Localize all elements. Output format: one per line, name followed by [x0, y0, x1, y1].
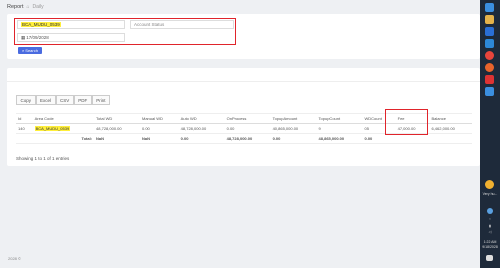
folder-icon[interactable] — [485, 15, 494, 24]
col-onprocess[interactable]: OnProcess — [224, 113, 271, 124]
search-icon: ⌕ — [22, 48, 25, 53]
notification-icon[interactable] — [486, 255, 493, 261]
home-icon[interactable]: ⌂ — [27, 4, 30, 10]
breadcrumb[interactable]: Daily — [33, 4, 44, 10]
csv-button[interactable]: CSV — [55, 95, 74, 105]
total-cell: NaN — [94, 133, 140, 144]
col-area-code[interactable]: Area Code — [32, 113, 95, 124]
total-cell: Total: — [32, 133, 95, 144]
top-bar: Report ⌂ Daily — [0, 0, 480, 13]
total-cell: NaN — [140, 133, 179, 144]
people-icon[interactable] — [487, 208, 493, 214]
total-cell: 0.00 — [178, 133, 225, 144]
search-button[interactable]: ⌕ Search — [18, 47, 42, 54]
cell-manual-wd: 0.00 — [140, 123, 179, 134]
total-cell: 48,728,000.00 — [224, 133, 271, 144]
footer: 2028 © — [8, 256, 21, 261]
col-balance[interactable]: Balance — [429, 113, 472, 124]
page-title: Report — [7, 3, 24, 10]
network-icon[interactable]: ▮ — [481, 224, 499, 228]
cell-auto-wd: 48,728,000.00 — [178, 123, 225, 134]
total-cell — [16, 133, 33, 144]
edge-icon[interactable] — [485, 3, 494, 12]
col-topup-count[interactable]: TopupCount — [316, 113, 363, 124]
col-topup-amount[interactable]: TopupAmount — [270, 113, 317, 124]
cell-onprocess: 0.00 — [224, 123, 271, 134]
total-cell: 0.00 — [362, 133, 396, 144]
taskbar: Very hu... ⌃ ▮ ◁ 1:22 AM 9/18/2028 — [480, 0, 500, 268]
col-id[interactable]: Id — [16, 113, 33, 124]
total-cell: 0.00 — [270, 133, 317, 144]
table-info: Showing 1 to 1 of 1 entries — [16, 156, 70, 161]
cell-topup-amount: 40,865,000.00 — [270, 123, 317, 134]
account-status-select[interactable]: Account Status — [130, 20, 234, 29]
cell-balance: 6,462,000.00 — [429, 123, 472, 134]
cell-total-wd: 48,728,000.00 — [94, 123, 140, 134]
total-cell — [395, 133, 430, 144]
store-icon[interactable] — [485, 27, 494, 36]
col-manual-wd[interactable]: Manual WD — [140, 113, 179, 124]
print-button[interactable]: Print — [91, 95, 111, 105]
col-total-wd[interactable]: Total WD — [94, 113, 140, 124]
area-code-highlight: BCA_MUDU_0539 — [34, 126, 71, 131]
weather-text: Very hu... — [482, 192, 498, 196]
cell-area-code: BCA_MUDU_0539 — [32, 123, 95, 134]
clock-date[interactable]: 9/18/2028 — [481, 245, 499, 249]
table-total-row: Total: NaN NaN 0.00 48,728,000.00 0.00 4… — [16, 133, 472, 144]
export-buttons: Copy Excel CSV PDF Print — [16, 95, 111, 105]
tray-chevron-icon[interactable]: ⌃ — [481, 218, 499, 222]
app-icon-active[interactable] — [485, 87, 494, 96]
cell-id: 140 — [16, 123, 33, 134]
total-cell: 48,865,000.00 — [316, 133, 363, 144]
col-auto-wd[interactable]: Auto WD — [178, 113, 225, 124]
copy-button[interactable]: Copy — [16, 95, 36, 105]
table-card-header — [7, 68, 480, 82]
volume-icon[interactable]: ◁ — [481, 230, 499, 234]
total-cell — [429, 133, 472, 144]
mail-icon[interactable] — [485, 39, 494, 48]
date-field[interactable]: ▦ 17/09/2028 — [17, 33, 125, 42]
area-code-field[interactable]: BCA_MUDU_0539 — [17, 20, 125, 29]
firefox-icon[interactable] — [485, 63, 494, 72]
area-code-value: BCA_MUDU_0539 — [21, 22, 61, 27]
clock-time[interactable]: 1:22 AM — [481, 240, 499, 244]
excel-button[interactable]: Excel — [35, 95, 56, 105]
highlight-box-fee — [385, 109, 428, 135]
search-label: Search — [25, 48, 38, 53]
weather-icon[interactable] — [485, 180, 494, 189]
calendar-icon: ▦ — [21, 34, 26, 40]
date-value: 17/09/2028 — [26, 35, 49, 40]
app-icon[interactable] — [485, 75, 494, 84]
chrome-icon[interactable] — [485, 51, 494, 60]
pdf-button[interactable]: PDF — [73, 95, 92, 105]
cell-topup-count: 9 — [316, 123, 363, 134]
